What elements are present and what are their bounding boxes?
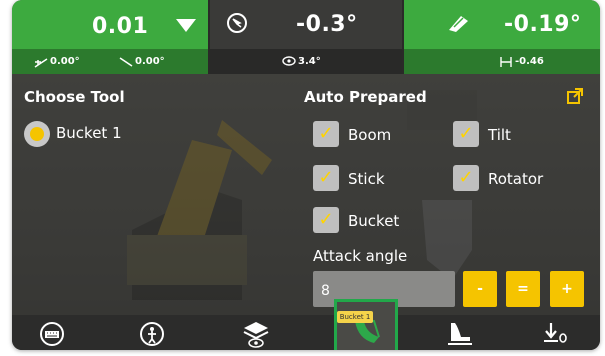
elevation-sub-bar: 0.00° 0.00° bbox=[12, 49, 208, 74]
external-link-icon[interactable] bbox=[567, 88, 583, 104]
keyboard-icon bbox=[40, 322, 64, 346]
layers-eye-icon bbox=[243, 322, 269, 348]
tool-label-bucket-1[interactable]: Bucket 1 bbox=[56, 124, 122, 142]
heading-sub-value: 3.4° bbox=[298, 56, 321, 67]
main-slope-value: 0.00° bbox=[135, 56, 165, 67]
machine-calibration-button[interactable] bbox=[132, 318, 172, 350]
bucket-angle-value: -0.19° bbox=[504, 12, 582, 37]
width-offset-value: -0.46 bbox=[515, 56, 544, 67]
bucket-angle-icon bbox=[449, 16, 468, 32]
bucket-edge-icon bbox=[448, 323, 472, 345]
attack-angle-equal-button[interactable]: = bbox=[506, 271, 540, 307]
elevation-value: 0.01 bbox=[92, 14, 149, 39]
rotator-checkbox[interactable]: ✓ bbox=[453, 165, 479, 191]
bucket-reference-button[interactable] bbox=[440, 318, 480, 350]
bottom-toolbar bbox=[12, 315, 600, 350]
heading-value: -0.3° bbox=[296, 12, 358, 37]
keyboard-button[interactable] bbox=[32, 318, 72, 350]
cross-slope-icon bbox=[34, 58, 48, 68]
tilt-checkbox[interactable]: ✓ bbox=[453, 121, 479, 147]
bucket-angle-sub-bar: -0.46 bbox=[404, 49, 600, 74]
elevation-cell[interactable]: 0.01 0.00° 0.00° bbox=[12, 0, 208, 74]
bucket-tooltip: Bucket 1 bbox=[337, 311, 373, 323]
machine-control-screen: 0.01 0.00° 0.00° -0.3° 3.4° -0.19° -0.46… bbox=[12, 0, 600, 350]
set-zero-icon bbox=[544, 323, 567, 343]
rotator-label: Rotator bbox=[488, 170, 544, 188]
attack-angle-label: Attack angle bbox=[313, 247, 408, 265]
heading-sub-bar: 3.4° bbox=[210, 49, 402, 74]
eye-angle-icon bbox=[282, 56, 296, 66]
tool-radio-bucket-1[interactable] bbox=[24, 121, 50, 147]
boom-checkbox[interactable]: ✓ bbox=[313, 121, 339, 147]
attack-angle-decrease-button[interactable]: - bbox=[463, 271, 497, 307]
compass-icon bbox=[227, 13, 247, 33]
bucket-label: Bucket bbox=[348, 212, 400, 230]
heading-cell[interactable]: -0.3° 3.4° bbox=[210, 0, 402, 74]
bucket-angle-cell[interactable]: -0.19° -0.46 bbox=[404, 0, 600, 74]
width-offset-icon bbox=[500, 57, 512, 67]
tilt-label: Tilt bbox=[488, 126, 511, 144]
calibration-person-icon bbox=[140, 322, 164, 346]
view-settings-button[interactable] bbox=[236, 318, 276, 350]
dropdown-triangle-icon bbox=[176, 19, 196, 32]
bucket-tool-button[interactable] bbox=[334, 299, 398, 350]
boom-label: Boom bbox=[348, 126, 392, 144]
cross-slope-value: 0.00° bbox=[50, 56, 80, 67]
stick-checkbox[interactable]: ✓ bbox=[313, 165, 339, 191]
auto-prepared-title: Auto Prepared bbox=[304, 88, 427, 106]
set-zero-button[interactable] bbox=[536, 318, 576, 350]
status-bar: 0.01 0.00° 0.00° -0.3° 3.4° -0.19° -0.46 bbox=[12, 0, 600, 74]
attack-angle-increase-button[interactable]: + bbox=[550, 271, 584, 307]
stick-label: Stick bbox=[348, 170, 385, 188]
main-slope-icon bbox=[119, 57, 133, 67]
choose-tool-title: Choose Tool bbox=[24, 88, 125, 106]
bucket-checkbox[interactable]: ✓ bbox=[313, 207, 339, 233]
